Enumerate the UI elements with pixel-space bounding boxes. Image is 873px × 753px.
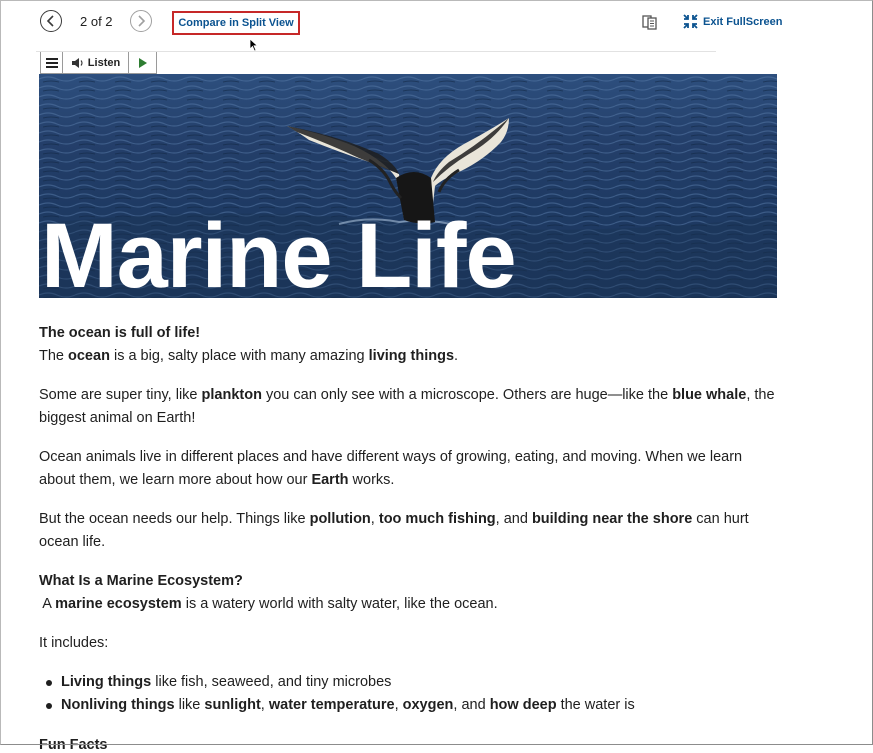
bold-text: ocean	[68, 348, 110, 364]
bold-text: living things	[368, 348, 455, 364]
chevron-right-icon	[138, 15, 146, 27]
paragraph: It includes:	[39, 635, 109, 651]
play-button[interactable]	[129, 52, 156, 73]
text: you can only see with a microscope. Othe…	[261, 387, 673, 403]
compare-split-view-button[interactable]: Compare in Split View	[172, 11, 300, 35]
mouse-cursor-icon	[249, 38, 259, 52]
text: like fish, seaweed, and tiny microbes	[151, 674, 392, 690]
paragraph: Ocean animals live in different places a…	[39, 446, 779, 492]
bold-text: water temperature	[268, 697, 395, 713]
bold-text: building near the shore	[531, 511, 693, 527]
text: ,	[370, 511, 379, 527]
section-heading: What Is a Marine Ecosystem?	[39, 573, 243, 589]
text: A	[39, 596, 56, 612]
bold-text: blue whale	[672, 387, 747, 403]
chevron-left-icon	[46, 15, 54, 27]
hero-banner: Marine Life	[39, 74, 777, 298]
section-heading: The ocean is full of life!	[39, 325, 201, 341]
previous-page-button[interactable]	[40, 10, 62, 32]
listen-button[interactable]: Listen	[63, 52, 129, 73]
text: , and	[453, 697, 490, 713]
exit-fullscreen-button[interactable]: Exit FullScreen	[683, 14, 782, 29]
menu-icon	[45, 57, 58, 68]
text: works.	[348, 472, 395, 488]
bold-text: how deep	[489, 697, 557, 713]
text: But the ocean needs our help. Things lik…	[39, 511, 310, 527]
paragraph: But the ocean needs our help. Things lik…	[39, 508, 779, 554]
listen-toolbar: Listen	[40, 52, 157, 74]
paragraph: Some are super tiny, like plankton you c…	[39, 384, 779, 430]
paragraph: What Is a Marine Ecosystem? A marine eco…	[39, 570, 779, 616]
play-icon	[139, 57, 147, 68]
text: Some are super tiny, like	[39, 387, 202, 403]
text: The	[39, 348, 69, 364]
bold-text: sunlight	[204, 697, 261, 713]
paragraph: The ocean is full of life! The ocean is …	[39, 322, 779, 368]
bold-text: pollution	[309, 511, 371, 527]
bullet-list: Living things like fish, seaweed, and ti…	[39, 671, 779, 717]
article-body: The ocean is full of life! The ocean is …	[39, 322, 779, 717]
top-toolbar: 2 of 2 Compare in Split View Exit FullSc…	[0, 0, 873, 52]
list-item: Living things like fish, seaweed, and ti…	[39, 671, 779, 694]
bold-text: oxygen	[402, 697, 454, 713]
next-page-button[interactable]	[130, 10, 152, 32]
list-item: Nonliving things like sunlight, water te…	[39, 694, 779, 717]
text: ,	[260, 697, 269, 713]
page-indicator: 2 of 2	[80, 14, 113, 29]
text: is a watery world with salty water, like…	[181, 596, 498, 612]
bold-text: too much fishing	[378, 511, 496, 527]
text: , and	[495, 511, 532, 527]
speaker-icon	[71, 57, 83, 68]
text: is a big, salty place with many amazing	[109, 348, 369, 364]
text: the water is	[556, 697, 635, 713]
reading-view-icon[interactable]	[642, 14, 658, 30]
bold-text: Earth	[311, 472, 349, 488]
bold-text: Living things	[61, 674, 152, 690]
bold-text: Nonliving things	[61, 697, 175, 713]
bold-text: marine ecosystem	[55, 596, 182, 612]
listen-menu-button[interactable]	[41, 52, 63, 73]
exit-fullscreen-label: Exit FullScreen	[703, 15, 783, 28]
cut-off-heading: Fun Facts	[39, 737, 108, 753]
text: ,	[394, 697, 403, 713]
text: .	[454, 348, 459, 364]
text: like	[174, 697, 205, 713]
bold-text: plankton	[201, 387, 262, 403]
exit-fullscreen-icon	[683, 14, 698, 29]
listen-label: Listen	[87, 56, 121, 69]
banner-title: Marine Life	[41, 205, 517, 298]
